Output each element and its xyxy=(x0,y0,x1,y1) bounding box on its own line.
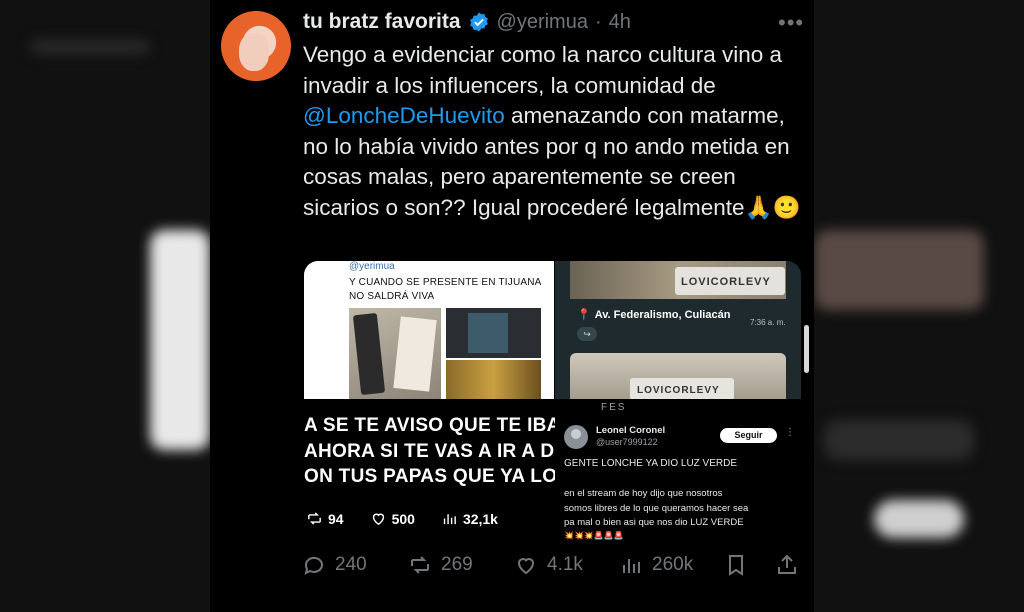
media-image-3[interactable]: A SE TE AVISO QUE TE IBA A AHORA SI TE V… xyxy=(304,399,579,541)
retweet-icon xyxy=(308,512,321,525)
image3-text-line2: AHORA SI TE VAS A IR A DO xyxy=(304,441,570,462)
embedded-user-handle: @user7999122 xyxy=(596,437,658,447)
image3-retweets: 94 xyxy=(306,510,344,527)
embedded-text-line2: en el stream de hoy dijo que nosotros xyxy=(564,488,723,499)
verified-badge-icon xyxy=(469,12,488,32)
media-image-1[interactable]: @yerimua Y CUANDO SE PRESENTE EN TIJUANA… xyxy=(304,261,554,399)
image3-stats: 94 500 32,1k xyxy=(304,510,554,527)
image1-handle: @yerimua xyxy=(349,261,395,272)
image3-like-count: 500 xyxy=(391,510,415,527)
logo-text: LOVICORLEVY xyxy=(681,276,771,288)
user-handle[interactable]: @yerimua xyxy=(497,11,588,34)
tweet-text: Vengo a evidenciar como la narco cultura… xyxy=(303,40,808,223)
blurred-backdrop-left xyxy=(0,0,210,612)
bookmark-button[interactable] xyxy=(724,553,748,577)
logo-text-2: LOVICORLEVY xyxy=(637,385,720,396)
image1-caption-line2: NO SALDRÁ VIVA xyxy=(349,291,435,302)
reply-icon xyxy=(304,556,323,575)
embedded-follow-button: Seguir xyxy=(720,428,777,443)
views-icon xyxy=(623,559,640,573)
retweet-icon xyxy=(411,556,429,574)
mention-link[interactable]: @LoncheDeHuevito xyxy=(303,103,505,128)
embedded-avatar xyxy=(564,425,588,449)
backdrop-blob xyxy=(824,420,974,460)
image4-label: FES xyxy=(601,402,627,413)
embedded-more-icon: ⋮ xyxy=(785,427,795,438)
share-icon: ↪ xyxy=(577,327,597,341)
embedded-text-line1: GENTE LONCHE YA DIO LUZ VERDE xyxy=(564,458,738,469)
image3-likes: 500 xyxy=(370,510,415,527)
bullets-photo xyxy=(446,360,541,399)
tweet-emojis: 🙏🙂 xyxy=(744,194,801,221)
backdrop-blob xyxy=(814,230,984,310)
image3-retweet-count: 94 xyxy=(328,510,344,527)
location-address: 📍 Av. Federalismo, Culiacán xyxy=(577,308,730,321)
image3-views: 32,1k xyxy=(441,510,498,527)
reply-count: 240 xyxy=(335,554,367,575)
tweet-text-part1: Vengo a evidenciar como la narco cultura… xyxy=(303,42,783,98)
heart-icon xyxy=(517,558,535,575)
image3-text-line3: ON TUS PAPAS QUE YA LOS xyxy=(304,466,571,487)
tweet-header: tu bratz favorita @yerimua · 4h xyxy=(303,9,631,35)
image3-view-count: 32,1k xyxy=(462,510,498,527)
reply-button[interactable]: 240 xyxy=(302,553,367,577)
phone-photo xyxy=(446,308,541,358)
backdrop-blob xyxy=(874,500,964,538)
more-options-icon[interactable]: ••• xyxy=(778,10,804,36)
blurred-backdrop-right xyxy=(814,0,1024,612)
avatar[interactable] xyxy=(221,11,291,81)
retweet-button[interactable]: 269 xyxy=(408,553,473,577)
share-button[interactable] xyxy=(775,553,799,577)
display-name[interactable]: tu bratz favorita xyxy=(303,10,461,34)
message-time: 7:36 a. m. xyxy=(750,318,786,327)
timestamp[interactable]: 4h xyxy=(609,11,631,34)
like-count: 4.1k xyxy=(547,554,583,575)
share-icon xyxy=(778,554,796,574)
weapon-photo xyxy=(349,308,441,399)
embedded-user-name: Leonel Coronel xyxy=(596,425,666,436)
backdrop-blob xyxy=(30,40,150,54)
embedded-text-line4: pa mal o bien asi que nos dio LUZ VERDE xyxy=(564,517,744,528)
backdrop-blob xyxy=(150,230,210,450)
view-count: 260k xyxy=(652,554,694,575)
views-button[interactable]: 260k xyxy=(619,553,693,577)
retweet-count: 269 xyxy=(441,554,473,575)
separator-dot: · xyxy=(594,10,602,33)
media-grid[interactable]: @yerimua Y CUANDO SE PRESENTE EN TIJUANA… xyxy=(304,261,801,541)
action-bar: 240 269 4.1k 260k xyxy=(302,553,802,583)
embedded-emoji-row: 💥💥💥🚨🚨🚨 xyxy=(564,531,624,540)
heart-icon xyxy=(372,513,384,526)
image3-text-line1: A SE TE AVISO QUE TE IBA A xyxy=(304,415,579,436)
like-button[interactable]: 4.1k xyxy=(514,553,583,577)
address-text: Av. Federalismo, Culiacán xyxy=(594,309,731,321)
scrollbar[interactable] xyxy=(804,325,809,373)
media-image-2[interactable]: LOVICORLEVY 📍 Av. Federalismo, Culiacán 7… xyxy=(555,261,801,400)
bookmark-icon xyxy=(729,555,743,576)
image1-caption-line1: Y CUANDO SE PRESENTE EN TIJUANA xyxy=(349,277,542,288)
embedded-text-line3: somos libres de lo que queramos hacer se… xyxy=(564,503,749,514)
views-icon xyxy=(443,514,456,525)
media-image-4[interactable]: FES Leonel Coronel @user7999122 Seguir ⋮… xyxy=(555,399,801,541)
location-pin-icon: 📍 xyxy=(577,309,591,321)
